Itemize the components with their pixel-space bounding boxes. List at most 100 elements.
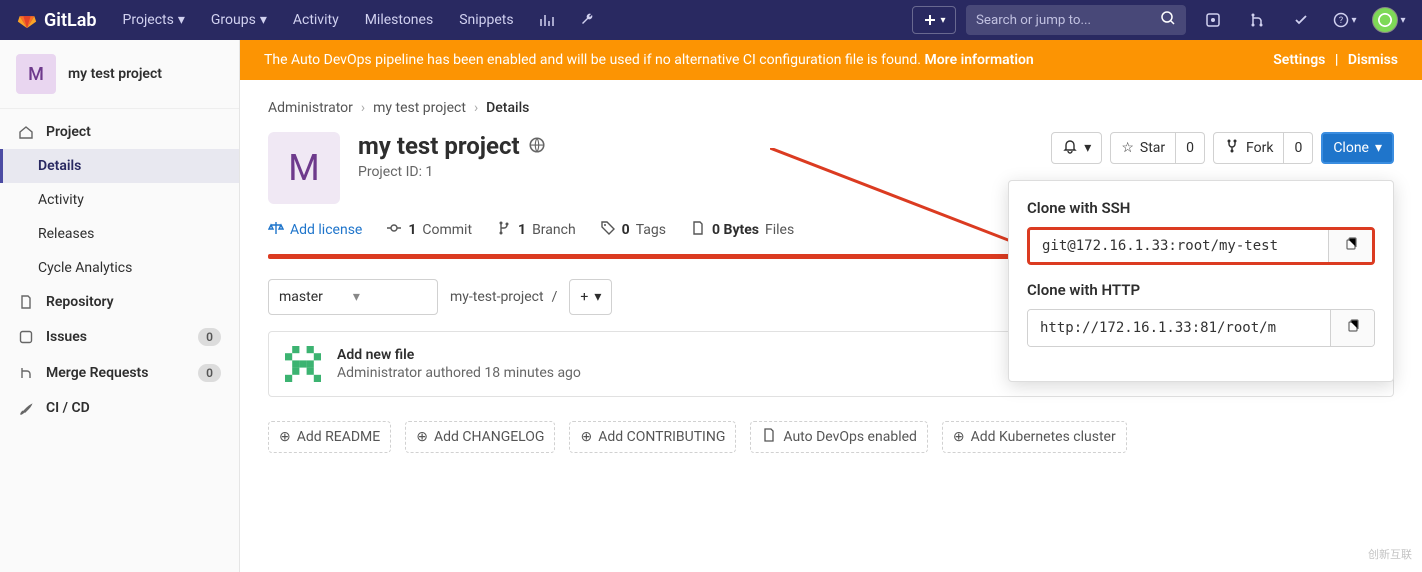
activity-graph-icon[interactable] <box>530 0 564 40</box>
files-stat[interactable]: 0 BytesFiles <box>690 220 794 240</box>
author-identicon <box>285 346 321 382</box>
sidebar-project-name: my test project <box>68 66 162 82</box>
clone-ssh-row <box>1027 227 1375 265</box>
fork-button[interactable]: Fork <box>1213 132 1284 164</box>
branch-selector[interactable]: master ▾ <box>268 279 438 315</box>
chevron-down-icon: ▾ <box>940 15 945 26</box>
fork-icon <box>1224 138 1240 158</box>
tags-stat[interactable]: 0Tags <box>600 220 666 240</box>
nav-projects[interactable]: Projects▾ <box>113 0 195 40</box>
admin-wrench-icon[interactable] <box>570 0 604 40</box>
issues-shortcut-icon[interactable] <box>1196 0 1230 40</box>
commits-stat[interactable]: 1Commit <box>386 220 472 240</box>
plus-icon <box>922 12 938 28</box>
chevron-down-icon: ▾ <box>1375 140 1382 156</box>
brand-text: GitLab <box>44 10 97 31</box>
star-button[interactable]: ☆ Star <box>1110 132 1176 164</box>
chevron-down-icon: ▾ <box>178 12 185 28</box>
plus-icon: + <box>580 289 588 305</box>
clone-panel: Clone with SSH Clone with HTTP <box>1008 180 1394 382</box>
clone-ssh-input[interactable] <box>1030 230 1328 262</box>
issues-count-badge: 0 <box>198 328 221 346</box>
auto-devops-button[interactable]: Auto DevOps enabled <box>750 421 928 453</box>
nav-milestones[interactable]: Milestones <box>355 0 444 40</box>
commit-icon <box>386 220 402 240</box>
project-sidebar: M my test project Project Details Activi… <box>0 40 240 572</box>
banner-dismiss-link[interactable]: Dismiss <box>1348 52 1398 68</box>
merge-requests-shortcut-icon[interactable] <box>1240 0 1274 40</box>
copy-icon <box>1343 236 1359 256</box>
add-contributing-button[interactable]: ⊕Add CONTRIBUTING <box>569 421 736 453</box>
banner-text: The Auto DevOps pipeline has been enable… <box>264 52 924 68</box>
nav-groups[interactable]: Groups▾ <box>201 0 277 40</box>
home-icon <box>18 124 34 140</box>
main-content: The Auto DevOps pipeline has been enable… <box>240 40 1422 572</box>
mr-count-badge: 0 <box>198 364 221 382</box>
star-count: 0 <box>1176 132 1205 164</box>
copy-http-button[interactable] <box>1330 310 1374 346</box>
breadcrumb: Administrator › my test project › Detail… <box>268 92 1394 132</box>
gitlab-logo-icon <box>16 7 38 33</box>
tree-add-dropdown[interactable]: + ▾ <box>569 279 612 315</box>
chevron-down-icon: ▾ <box>260 12 267 28</box>
chevron-right-icon: › <box>474 100 478 116</box>
clone-http-input[interactable] <box>1028 310 1330 346</box>
global-search[interactable] <box>966 5 1186 35</box>
banner-settings-link[interactable]: Settings <box>1273 52 1325 68</box>
plus-box-icon: ⊕ <box>953 429 965 445</box>
sidebar-item-issues[interactable]: Issues 0 <box>0 319 239 355</box>
help-dropdown[interactable]: ?▾ <box>1328 0 1362 40</box>
chevron-down-icon: ▾ <box>1084 140 1091 156</box>
project-avatar-icon: M <box>16 54 56 94</box>
doc-icon <box>761 427 777 447</box>
branches-stat[interactable]: 1Branch <box>496 220 576 240</box>
user-menu[interactable]: ▾ <box>1372 0 1406 40</box>
add-kubernetes-button[interactable]: ⊕Add Kubernetes cluster <box>942 421 1127 453</box>
sidebar-item-cicd[interactable]: CI / CD <box>0 391 239 425</box>
top-navbar: GitLab Projects▾ Groups▾ Activity Milest… <box>0 0 1422 40</box>
repo-path[interactable]: my-test-project <box>450 289 544 305</box>
project-id: Project ID: 1 <box>358 164 1033 180</box>
commit-title[interactable]: Add new file <box>337 347 581 363</box>
auto-devops-banner: The Auto DevOps pipeline has been enable… <box>240 40 1422 80</box>
visibility-internal-icon <box>528 132 546 160</box>
sidebar-item-project[interactable]: Project <box>0 115 239 149</box>
sidebar-item-activity[interactable]: Activity <box>0 183 239 217</box>
merge-icon <box>18 365 34 381</box>
nav-activity[interactable]: Activity <box>283 0 349 40</box>
search-input[interactable] <box>976 13 1160 28</box>
sidebar-item-releases[interactable]: Releases <box>0 217 239 251</box>
breadcrumb-admin[interactable]: Administrator <box>268 100 353 116</box>
branch-icon <box>496 220 512 240</box>
brand[interactable]: GitLab <box>16 7 97 33</box>
rocket-icon <box>18 400 34 416</box>
copy-ssh-button[interactable] <box>1328 230 1372 262</box>
project-add-buttons: ⊕Add README ⊕Add CHANGELOG ⊕Add CONTRIBU… <box>268 421 1394 453</box>
chevron-right-icon: › <box>361 100 365 116</box>
new-dropdown-button[interactable]: ▾ <box>912 6 956 34</box>
clone-ssh-title: Clone with SSH <box>1027 199 1375 217</box>
issues-icon <box>18 329 34 345</box>
banner-more-info-link[interactable]: More information <box>924 52 1033 68</box>
sidebar-item-repository[interactable]: Repository <box>0 285 239 319</box>
chevron-down-icon: ▾ <box>594 289 601 305</box>
plus-box-icon: ⊕ <box>580 429 592 445</box>
scale-icon <box>268 220 284 240</box>
plus-box-icon: ⊕ <box>279 429 291 445</box>
sidebar-item-merge-requests[interactable]: Merge Requests 0 <box>0 355 239 391</box>
nav-snippets[interactable]: Snippets <box>449 0 523 40</box>
sidebar-item-details[interactable]: Details <box>0 149 239 183</box>
breadcrumb-project[interactable]: my test project <box>373 100 466 116</box>
add-license-link[interactable]: Add license <box>268 220 362 240</box>
notification-dropdown[interactable]: ▾ <box>1051 132 1102 164</box>
clone-button[interactable]: Clone ▾ <box>1321 132 1394 164</box>
chevron-down-icon: ▾ <box>353 289 360 305</box>
doc-icon <box>18 294 34 310</box>
project-title: my test project <box>358 132 1033 160</box>
sidebar-item-cycle-analytics[interactable]: Cycle Analytics <box>0 251 239 285</box>
search-icon <box>1160 10 1176 30</box>
sidebar-project-header[interactable]: M my test project <box>0 40 239 109</box>
todos-shortcut-icon[interactable] <box>1284 0 1318 40</box>
add-changelog-button[interactable]: ⊕Add CHANGELOG <box>405 421 555 453</box>
add-readme-button[interactable]: ⊕Add README <box>268 421 391 453</box>
